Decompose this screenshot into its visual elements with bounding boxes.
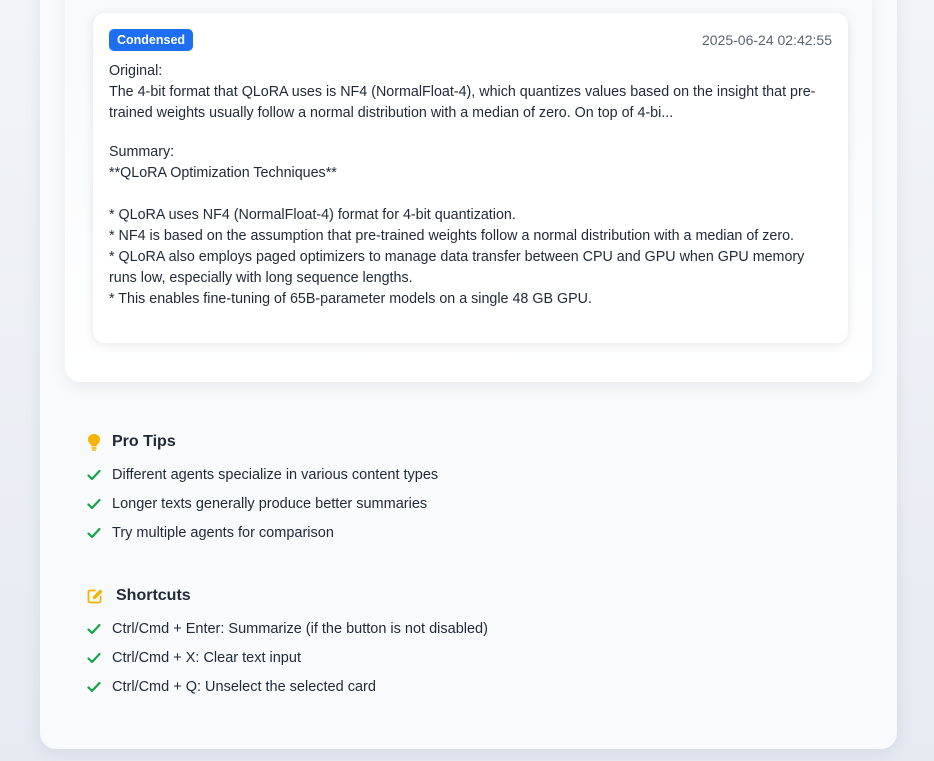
tip-text: Longer texts generally produce better su…	[112, 495, 428, 512]
check-icon	[87, 498, 112, 510]
pro-tips-section: Pro Tips Different agents specialize in …	[87, 431, 847, 547]
entry-body: Original: The 4-bit format that QLoRA us…	[109, 61, 832, 310]
tip-text: Try multiple agents for comparison	[112, 524, 334, 541]
shortcuts-list: Ctrl/Cmd + Enter: Summarize (if the butt…	[87, 614, 847, 701]
entry-header: Condensed 2025-06-24 02:42:55	[109, 28, 832, 51]
history-entry-card[interactable]: Condensed 2025-06-24 02:42:55 Original: …	[93, 13, 848, 343]
shortcut-text: Ctrl/Cmd + Q: Unselect the selected card	[112, 678, 376, 695]
list-item: Try multiple agents for comparison	[87, 518, 847, 547]
original-label: Original:	[109, 63, 163, 79]
edit-icon	[87, 588, 107, 604]
pro-tips-list: Different agents specialize in various c…	[87, 460, 847, 547]
shortcuts-heading: Shortcuts	[87, 585, 847, 607]
original-text: The 4-bit format that QLoRA uses is NF4 …	[109, 84, 816, 121]
lightbulb-icon	[87, 433, 107, 451]
list-item: Ctrl/Cmd + Enter: Summarize (if the butt…	[87, 614, 847, 643]
check-icon	[87, 681, 112, 693]
shortcut-text: Ctrl/Cmd + Enter: Summarize (if the butt…	[112, 620, 488, 637]
list-item: Different agents specialize in various c…	[87, 460, 847, 489]
summary-label: Summary:	[109, 144, 175, 160]
pro-tips-heading: Pro Tips	[87, 431, 847, 453]
shortcuts-section: Shortcuts Ctrl/Cmd + Enter: Summarize (i…	[87, 585, 847, 701]
entry-timestamp: 2025-06-24 02:42:55	[702, 31, 832, 48]
tip-text: Different agents specialize in various c…	[112, 466, 439, 483]
check-icon	[87, 469, 112, 481]
shortcuts-title: Shortcuts	[116, 587, 191, 604]
check-icon	[87, 652, 112, 664]
pro-tips-title: Pro Tips	[112, 433, 176, 450]
check-icon	[87, 623, 112, 635]
shortcut-text: Ctrl/Cmd + X: Clear text input	[112, 649, 301, 666]
list-item: Longer texts generally produce better su…	[87, 489, 847, 518]
summary-text: **QLoRA Optimization Techniques** * QLoR…	[109, 165, 805, 307]
mode-badge: Condensed	[109, 28, 194, 51]
list-item: Ctrl/Cmd + Q: Unselect the selected card	[87, 672, 847, 701]
list-item: Ctrl/Cmd + X: Clear text input	[87, 643, 847, 672]
check-icon	[87, 527, 112, 539]
